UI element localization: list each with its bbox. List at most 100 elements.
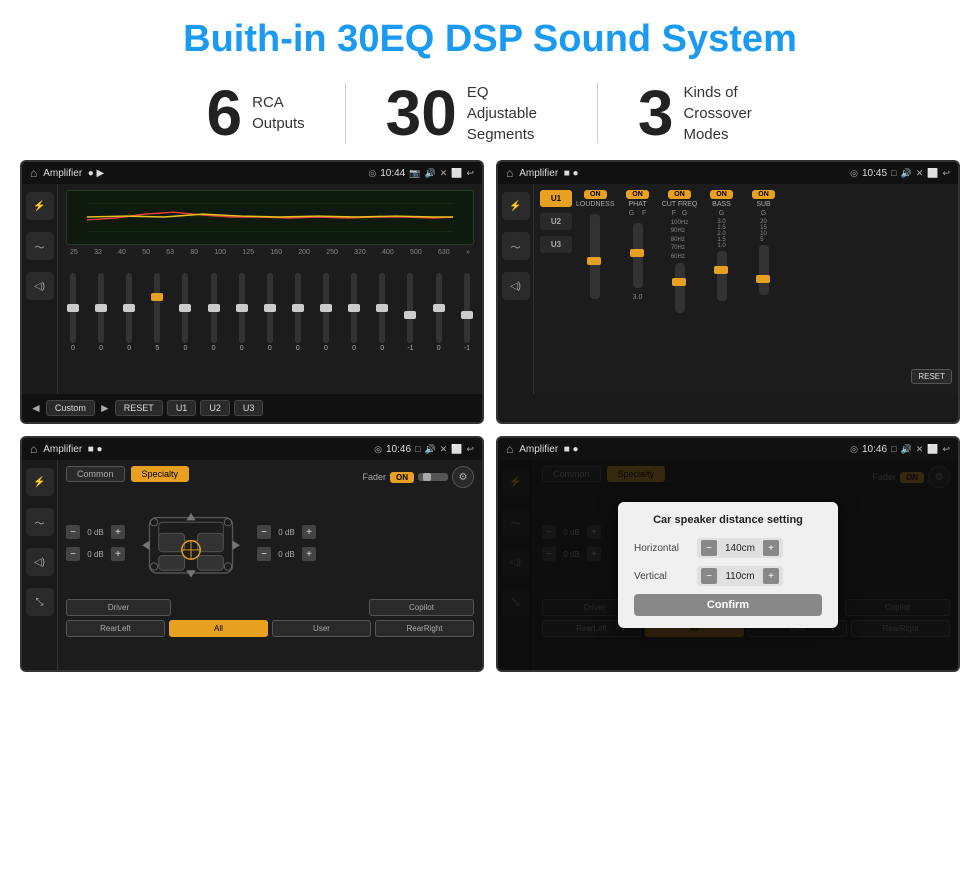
vertical-minus[interactable]: − xyxy=(701,568,717,584)
eq-slider-2[interactable]: 0 xyxy=(126,273,132,352)
eq-slider-3[interactable]: 5 xyxy=(154,273,160,352)
screen3-footer: Driver Copilot xyxy=(66,599,474,616)
sub-slider[interactable] xyxy=(759,245,769,295)
back-icon3: ↩ xyxy=(466,444,474,455)
bass-slider[interactable] xyxy=(717,251,727,301)
cutfreq-slider[interactable] xyxy=(675,263,685,313)
loudness-label: LOUDNESS xyxy=(576,201,615,208)
db-plus-fr[interactable]: + xyxy=(302,525,316,539)
prev-icon[interactable]: ◄ xyxy=(30,401,42,415)
bass-toggle[interactable]: ON xyxy=(710,190,733,199)
eq-slider-12[interactable]: -1 xyxy=(407,273,413,352)
phat-toggle[interactable]: ON xyxy=(626,190,649,199)
copilot-btn[interactable]: Copilot xyxy=(369,599,474,616)
eq-slider-9[interactable]: 0 xyxy=(323,273,329,352)
rearleft-btn[interactable]: RearLeft xyxy=(66,620,165,637)
close-icon2: ✕ xyxy=(916,168,924,179)
stat-rca-number: 6 xyxy=(207,81,243,145)
screen2-time: 10:45 xyxy=(862,168,887,179)
horizontal-label: Horizontal xyxy=(634,543,689,554)
preset-u2[interactable]: U2 xyxy=(540,213,572,230)
screen2-body: ⚡ 〜 ◁) U1 U2 U3 ON LOUDNESS xyxy=(498,184,958,394)
location-icon2: ◎ xyxy=(850,168,858,179)
spk-filter-btn[interactable]: ⚡ xyxy=(26,468,54,496)
eq-slider-0[interactable]: 0 xyxy=(70,273,76,352)
eq-slider-5[interactable]: 0 xyxy=(211,273,217,352)
db-val-rr: 0 dB xyxy=(274,550,299,559)
eq-slider-13[interactable]: 0 xyxy=(436,273,442,352)
driver-btn[interactable]: Driver xyxy=(66,599,171,616)
spk-wave-btn[interactable]: 〜 xyxy=(26,508,54,536)
freq-25: 25 xyxy=(70,249,78,256)
eq-slider-11[interactable]: 0 xyxy=(379,273,385,352)
screen1-side-controls: ⚡ 〜 ◁) xyxy=(22,184,58,394)
eq-slider-4[interactable]: 0 xyxy=(182,273,188,352)
reset-btn[interactable]: RESET xyxy=(115,400,163,416)
freq-50: 50 xyxy=(142,249,150,256)
screen3-side: ⚡ 〜 ◁) ⤡ xyxy=(22,460,58,670)
eq-slider-6[interactable]: 0 xyxy=(239,273,245,352)
screen3-speaker: ⌂ Amplifier ■ ● ◎ 10:46 □ 🔊 ✕ ⬜ ↩ ⚡ 〜 ◁)… xyxy=(20,436,484,672)
eq-slider-8[interactable]: 0 xyxy=(295,273,301,352)
vertical-plus[interactable]: + xyxy=(763,568,779,584)
phat-slider[interactable] xyxy=(633,223,643,288)
confirm-button[interactable]: Confirm xyxy=(634,594,822,616)
settings-icon[interactable]: ⚙ xyxy=(452,466,474,488)
spk-vol-btn[interactable]: ◁) xyxy=(26,548,54,576)
next-icon[interactable]: ► xyxy=(99,401,111,415)
db-val-fl: 0 dB xyxy=(83,528,108,537)
eq-slider-1[interactable]: 0 xyxy=(98,273,104,352)
rearright-btn[interactable]: RearRight xyxy=(375,620,474,637)
win-icon4: ⬜ xyxy=(927,444,938,455)
all-btn[interactable]: All xyxy=(169,620,268,637)
db-plus-fl[interactable]: + xyxy=(111,525,125,539)
phat-label: PHAT xyxy=(628,201,646,208)
eq-filter-btn[interactable]: ⚡ xyxy=(26,192,54,220)
screen3-title: Amplifier ■ ● xyxy=(43,444,368,455)
stat-crossover-label: Kinds ofCrossover Modes xyxy=(683,82,773,145)
cutfreq-toggle[interactable]: ON xyxy=(668,190,691,199)
preset-u3[interactable]: U3 xyxy=(540,236,572,253)
eq-slider-14[interactable]: -1 xyxy=(464,273,470,352)
bass-label: BASS xyxy=(712,201,731,208)
db-minus-rl[interactable]: − xyxy=(66,547,80,561)
u2-btn[interactable]: U2 xyxy=(200,400,230,416)
amp-reset-btn[interactable]: RESET xyxy=(911,369,952,384)
db-plus-rl[interactable]: + xyxy=(111,547,125,561)
preset-u1[interactable]: U1 xyxy=(540,190,572,207)
amp-wave-btn[interactable]: 〜 xyxy=(502,232,530,260)
amp-right-area: RESET xyxy=(911,190,952,388)
eq-slider-7[interactable]: 0 xyxy=(267,273,273,352)
spk-arrows-btn[interactable]: ⤡ xyxy=(26,588,54,616)
back-icon4: ↩ xyxy=(942,444,950,455)
db-minus-rr[interactable]: − xyxy=(257,547,271,561)
eq-slider-10[interactable]: 0 xyxy=(351,273,357,352)
horizontal-plus[interactable]: + xyxy=(763,540,779,556)
tab-specialty[interactable]: Specialty xyxy=(131,466,190,482)
loudness-control: ON LOUDNESS xyxy=(576,190,615,388)
u1-btn[interactable]: U1 xyxy=(167,400,197,416)
custom-btn[interactable]: Custom xyxy=(46,400,95,416)
db-plus-rr[interactable]: + xyxy=(302,547,316,561)
screen4-status-icons: ◎ 10:46 □ 🔊 ✕ ⬜ ↩ xyxy=(850,444,950,455)
horizontal-minus[interactable]: − xyxy=(701,540,717,556)
tab-common[interactable]: Common xyxy=(66,466,125,482)
sub-toggle[interactable]: ON xyxy=(752,190,775,199)
loudness-toggle[interactable]: ON xyxy=(584,190,607,199)
db-row-rl: − 0 dB + xyxy=(66,547,125,561)
user-btn[interactable]: User xyxy=(272,620,371,637)
db-minus-fr[interactable]: − xyxy=(257,525,271,539)
fader-toggle[interactable]: ON xyxy=(390,472,414,483)
sub-control: ON SUB G 2015105 xyxy=(745,190,783,388)
freq-63: 63 xyxy=(166,249,174,256)
loudness-slider[interactable] xyxy=(590,214,600,299)
amp-presets: U1 U2 U3 xyxy=(540,190,572,388)
eq-speaker-btn[interactable]: ◁) xyxy=(26,272,54,300)
db-minus-fl[interactable]: − xyxy=(66,525,80,539)
amp-filter-btn[interactable]: ⚡ xyxy=(502,192,530,220)
amp-spk-btn[interactable]: ◁) xyxy=(502,272,530,300)
eq-wave-btn[interactable]: 〜 xyxy=(26,232,54,260)
horizontal-value: 140cm xyxy=(721,543,759,554)
phat-control: ON PHAT G F 3.0 xyxy=(619,190,657,388)
u3-btn[interactable]: U3 xyxy=(234,400,264,416)
